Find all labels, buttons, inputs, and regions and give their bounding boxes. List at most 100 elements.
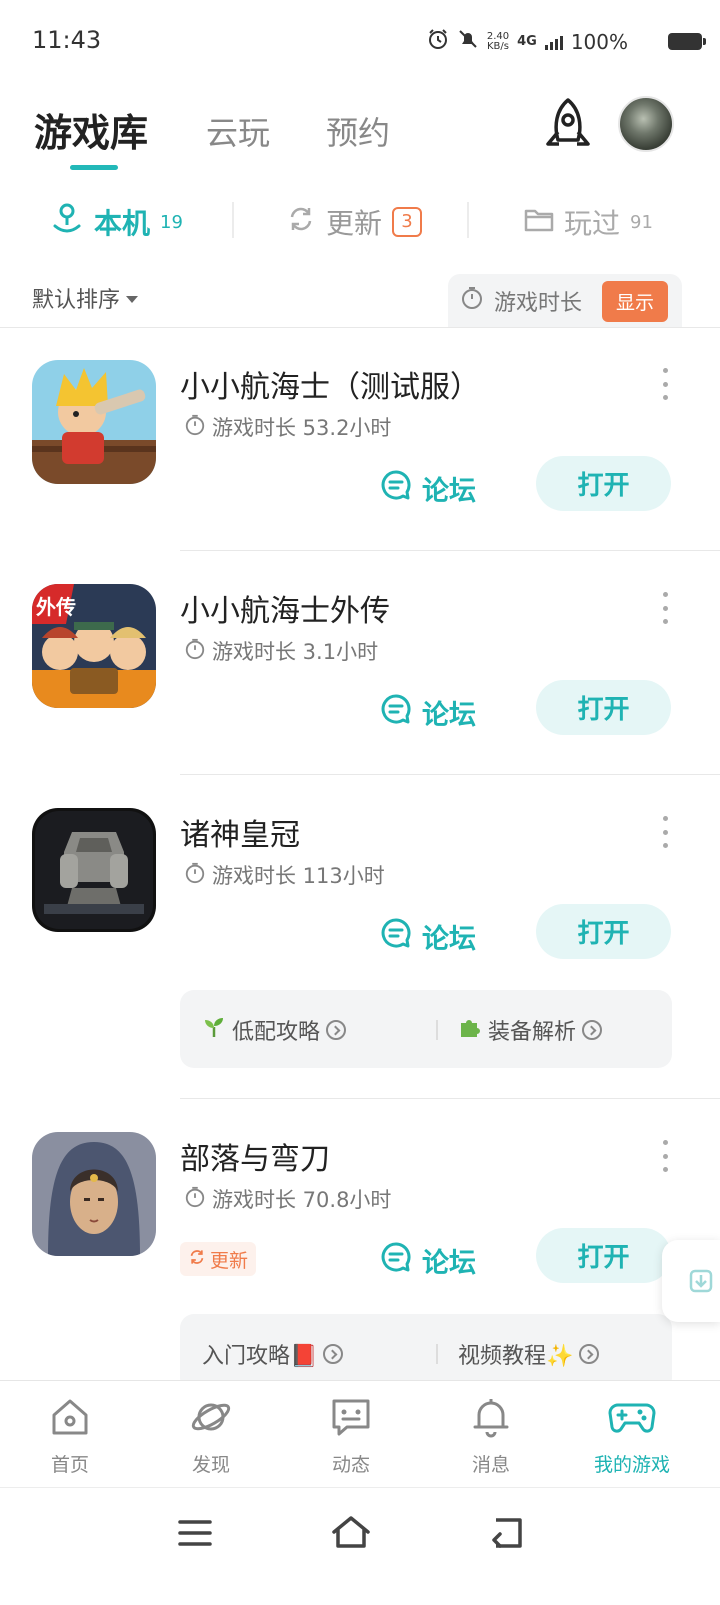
game-duration-text: 游戏时长 3.1小时 bbox=[212, 640, 379, 664]
nav-messages[interactable]: 消息 bbox=[436, 1395, 546, 1477]
planet-icon bbox=[189, 1395, 233, 1444]
game-title[interactable]: 诸神皇冠 bbox=[180, 810, 300, 854]
status-time: 11:43 bbox=[32, 26, 102, 54]
segment-local-count: 19 bbox=[160, 211, 183, 233]
tab-reservation[interactable]: 预约 bbox=[326, 108, 390, 154]
rocket-icon[interactable] bbox=[540, 96, 596, 156]
puzzle-icon bbox=[458, 1015, 482, 1045]
forum-icon bbox=[380, 693, 412, 732]
forum-button[interactable]: 论坛 bbox=[380, 916, 476, 956]
download-icon bbox=[688, 1268, 714, 1298]
avatar[interactable] bbox=[618, 96, 674, 152]
guide-label: 装备解析 bbox=[488, 1020, 577, 1045]
more-options-icon[interactable] bbox=[656, 592, 674, 624]
guide-label: 入门攻略📕 bbox=[202, 1344, 318, 1369]
net-speed-unit: KB/s bbox=[486, 40, 509, 52]
update-tag-label: 更新 bbox=[210, 1249, 249, 1272]
nav-my-games[interactable]: 我的游戏 bbox=[577, 1395, 687, 1477]
nav-label: 我的游戏 bbox=[593, 1454, 670, 1476]
more-options-icon[interactable] bbox=[656, 1140, 674, 1172]
mute-bell-icon bbox=[457, 28, 479, 55]
game-item: 外传 小小航海士外传 游戏时长 3.1小时 论坛 打开 bbox=[0, 552, 720, 774]
back-icon[interactable] bbox=[482, 1508, 532, 1558]
guide-divider bbox=[436, 1020, 438, 1040]
divider bbox=[180, 774, 720, 775]
segment-played-count: 91 bbox=[630, 211, 653, 233]
nav-discover[interactable]: 发现 bbox=[156, 1395, 266, 1477]
guide-links: 低配攻略 装备解析 bbox=[180, 990, 672, 1068]
nav-home[interactable]: 首页 bbox=[15, 1395, 125, 1477]
forum-label: 论坛 bbox=[422, 699, 476, 731]
game-item: 部落与弯刀 游戏时长 70.8小时 更新 论坛 打开 入门攻略📕 视频教程✨ bbox=[0, 1100, 720, 1392]
guide-link-equipment[interactable]: 装备解析 bbox=[458, 1014, 603, 1046]
gamepad-icon bbox=[608, 1395, 656, 1444]
segment-update[interactable]: 更新 3 bbox=[286, 200, 423, 244]
open-button[interactable]: 打开 bbox=[536, 904, 671, 959]
game-duration-text: 游戏时长 70.8小时 bbox=[212, 1188, 392, 1212]
game-title[interactable]: 部落与弯刀 bbox=[180, 1134, 330, 1178]
open-button[interactable]: 打开 bbox=[536, 1228, 671, 1283]
forum-label: 论坛 bbox=[422, 1247, 476, 1279]
forum-button[interactable]: 论坛 bbox=[380, 692, 476, 732]
game-title[interactable]: 小小航海士外传 bbox=[180, 586, 390, 630]
timer-icon bbox=[184, 1186, 206, 1213]
nav-feed[interactable]: 动态 bbox=[296, 1395, 406, 1477]
status-bar: 11:43 2.40 KB/s 4G 100% bbox=[0, 0, 720, 86]
game-duration: 游戏时长 3.1小时 bbox=[184, 636, 378, 666]
game-duration: 游戏时长 53.2小时 bbox=[184, 412, 391, 442]
tab-cloud-play[interactable]: 云玩 bbox=[206, 108, 270, 154]
battery-percent: 100% bbox=[570, 29, 628, 54]
segment-local[interactable]: 本机 19 bbox=[50, 200, 183, 244]
forum-icon bbox=[380, 917, 412, 956]
game-icon-sailor-side-story[interactable]: 外传 bbox=[32, 584, 156, 708]
more-options-icon[interactable] bbox=[656, 368, 674, 400]
chevron-right-icon bbox=[579, 1344, 600, 1364]
refresh-icon bbox=[286, 204, 316, 241]
game-duration-text: 游戏时长 113小时 bbox=[212, 864, 385, 888]
chevron-right-icon bbox=[323, 1344, 344, 1364]
net-speed: 2.40 KB/s bbox=[486, 30, 510, 52]
update-count-badge: 3 bbox=[392, 207, 423, 237]
folder-icon bbox=[524, 205, 554, 240]
sort-dropdown[interactable]: 默认排序 bbox=[32, 282, 139, 314]
floating-download-tab[interactable] bbox=[662, 1240, 720, 1322]
home-system-icon[interactable] bbox=[326, 1508, 376, 1558]
game-icon-crown-of-gods[interactable] bbox=[32, 808, 156, 932]
forum-label: 论坛 bbox=[422, 923, 476, 955]
battery-icon bbox=[668, 33, 702, 50]
open-button[interactable]: 打开 bbox=[536, 456, 671, 511]
forum-button[interactable]: 论坛 bbox=[380, 468, 476, 508]
guide-link-low-spec[interactable]: 低配攻略 bbox=[202, 1014, 347, 1046]
divider bbox=[180, 1098, 720, 1099]
more-options-icon[interactable] bbox=[656, 816, 674, 848]
guide-label: 视频教程✨ bbox=[458, 1344, 574, 1369]
signal-icon bbox=[544, 34, 563, 50]
update-tag[interactable]: 更新 bbox=[180, 1242, 257, 1276]
net-speed-value: 2.40 bbox=[486, 30, 510, 42]
game-duration-text: 游戏时长 53.2小时 bbox=[212, 416, 392, 440]
nav-label: 首页 bbox=[50, 1454, 89, 1476]
system-nav-bar bbox=[0, 1487, 720, 1605]
timer-icon bbox=[184, 414, 206, 441]
tab-game-library[interactable]: 游戏库 bbox=[34, 102, 148, 157]
menu-icon[interactable] bbox=[170, 1508, 220, 1558]
guide-link-video-tutorial[interactable]: 视频教程✨ bbox=[458, 1338, 600, 1370]
sprout-icon bbox=[202, 1015, 226, 1045]
game-title[interactable]: 小小航海士（测试服） bbox=[180, 362, 480, 406]
forum-button[interactable]: 论坛 bbox=[380, 1240, 476, 1280]
bell-icon bbox=[469, 1395, 513, 1444]
network-type: 4G bbox=[517, 34, 537, 49]
segment-played-label: 玩过 bbox=[564, 207, 621, 240]
alarm-icon bbox=[427, 28, 449, 55]
duration-toggle[interactable]: 游戏时长 显示 bbox=[448, 274, 682, 328]
forum-icon bbox=[380, 1241, 412, 1280]
segment-played[interactable]: 玩过 91 bbox=[524, 200, 653, 244]
game-icon-tribes-and-scimitars[interactable] bbox=[32, 1132, 156, 1256]
nav-label: 动态 bbox=[331, 1454, 370, 1476]
sort-label: 默认排序 bbox=[32, 288, 121, 313]
open-button[interactable]: 打开 bbox=[536, 680, 671, 735]
game-icon-sailor-test[interactable] bbox=[32, 360, 156, 484]
show-duration-button[interactable]: 显示 bbox=[601, 280, 668, 322]
timer-icon bbox=[184, 638, 206, 665]
guide-link-beginner[interactable]: 入门攻略📕 bbox=[202, 1338, 344, 1370]
